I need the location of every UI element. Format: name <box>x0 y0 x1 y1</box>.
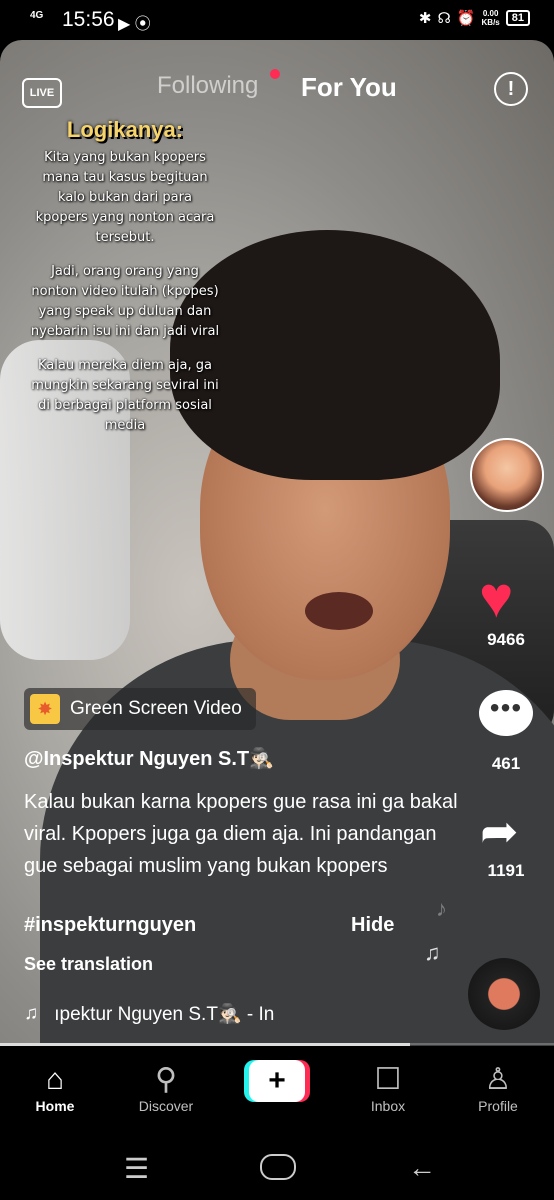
sparkle-icon: ✸ <box>30 694 60 724</box>
share-arrow-icon[interactable]: ➦ <box>480 808 519 854</box>
inbox-icon: ☐ <box>374 1063 402 1096</box>
alarm-icon: ⏰ <box>456 10 476 27</box>
battery-indicator: 81 <box>505 10 530 26</box>
share-count: 1191 <box>487 861 525 880</box>
home-icon: ⌂ <box>45 1063 65 1096</box>
back-arrow-icon[interactable]: ← <box>408 1152 436 1184</box>
green-screen-text: Logikanya: Kita yang bukan kpopers mana … <box>30 117 220 450</box>
hide-caption-button[interactable]: Hide <box>351 914 394 937</box>
nav-discover-label: Discover <box>138 1098 194 1114</box>
nav-inbox-label: Inbox <box>370 1098 406 1114</box>
heart-icon[interactable]: ♥ <box>479 569 513 627</box>
new-content-dot <box>270 69 280 79</box>
create-button[interactable]: + <box>244 1060 310 1102</box>
creator-username[interactable]: @Inspektur Nguyen S.T🕵🏻 <box>24 746 274 771</box>
clock: 15:56 <box>62 8 115 31</box>
nav-home-label: Home <box>35 1098 75 1114</box>
floating-note-icon: ♪ <box>436 896 447 921</box>
menu-icon[interactable]: ☰ <box>124 1152 149 1185</box>
floating-note-icon: ♫ <box>424 940 441 965</box>
plus-icon: + <box>249 1060 305 1102</box>
net-speed: 0.00 KB/s <box>481 9 500 27</box>
effect-badge-label: Green Screen Video <box>70 698 242 719</box>
nav-discover[interactable]: ⚲ Discover <box>121 1062 211 1114</box>
exclamation-icon[interactable]: ! <box>494 72 528 106</box>
tab-for-you[interactable]: For You <box>301 72 397 103</box>
nav-home[interactable]: ⌂ Home <box>10 1062 100 1114</box>
system-indicators: ✱ ☊ ⏰ 0.00 KB/s 81 <box>419 9 530 27</box>
status-bar: 4G 15:56 ▶ ⦿ ✱ ☊ ⏰ 0.00 KB/s 81 <box>0 0 554 40</box>
nav-profile-label: Profile <box>478 1098 518 1114</box>
video-player[interactable]: Logikanya: Kita yang bukan kpopers mana … <box>0 40 554 1045</box>
like-count: 9466 <box>487 630 525 649</box>
comment-count: 461 <box>491 754 521 773</box>
comment-bubble-icon[interactable]: ••• <box>479 690 533 736</box>
system-navigation: ☰ ← <box>0 1136 554 1200</box>
effect-badge[interactable]: ✸ Green Screen Video <box>24 688 256 730</box>
tab-following[interactable]: Following <box>157 72 258 100</box>
notification-icons: ▶ ⦿ <box>118 16 151 33</box>
sound-link[interactable]: ♫ ıpektur Nguyen S.T🕵🏻 - In <box>24 1002 274 1026</box>
home-pill-icon[interactable] <box>260 1154 296 1180</box>
see-translation-link[interactable]: See translation <box>24 954 153 975</box>
bluetooth-icon: ✱ <box>418 10 432 27</box>
live-button[interactable]: LIVE <box>22 70 62 108</box>
hashtag-link[interactable]: #inspekturnguyen <box>24 914 196 937</box>
headphones-icon: ☊ <box>437 10 451 27</box>
nav-profile[interactable]: ♙ Profile <box>453 1062 543 1114</box>
overlay-paragraph-2: Jadi, orang orang yang nonton video itul… <box>30 264 220 339</box>
nav-inbox[interactable]: ☐ Inbox <box>343 1062 433 1114</box>
post-caption: Kalau bukan karna kpopers gue rasa ini g… <box>24 791 458 877</box>
sound-disc[interactable] <box>468 958 540 1030</box>
network-indicator: 4G <box>30 10 44 21</box>
profile-icon: ♙ <box>484 1063 512 1096</box>
live-tv-icon: LIVE <box>22 78 62 108</box>
overlay-paragraph-3: Kalau mereka diem aja, ga mungkin sekara… <box>31 358 219 433</box>
overlay-paragraph-1: Kita yang bukan kpopers mana tau kasus b… <box>35 150 215 245</box>
creator-avatar[interactable] <box>470 438 544 512</box>
person-mouth <box>305 592 373 630</box>
overlay-heading: Logikanya: <box>66 117 184 142</box>
search-icon: ⚲ <box>155 1063 177 1096</box>
music-note-icon: ♫ <box>24 1003 39 1024</box>
sound-title: ıpektur Nguyen S.T🕵🏻 - In <box>54 1004 275 1025</box>
